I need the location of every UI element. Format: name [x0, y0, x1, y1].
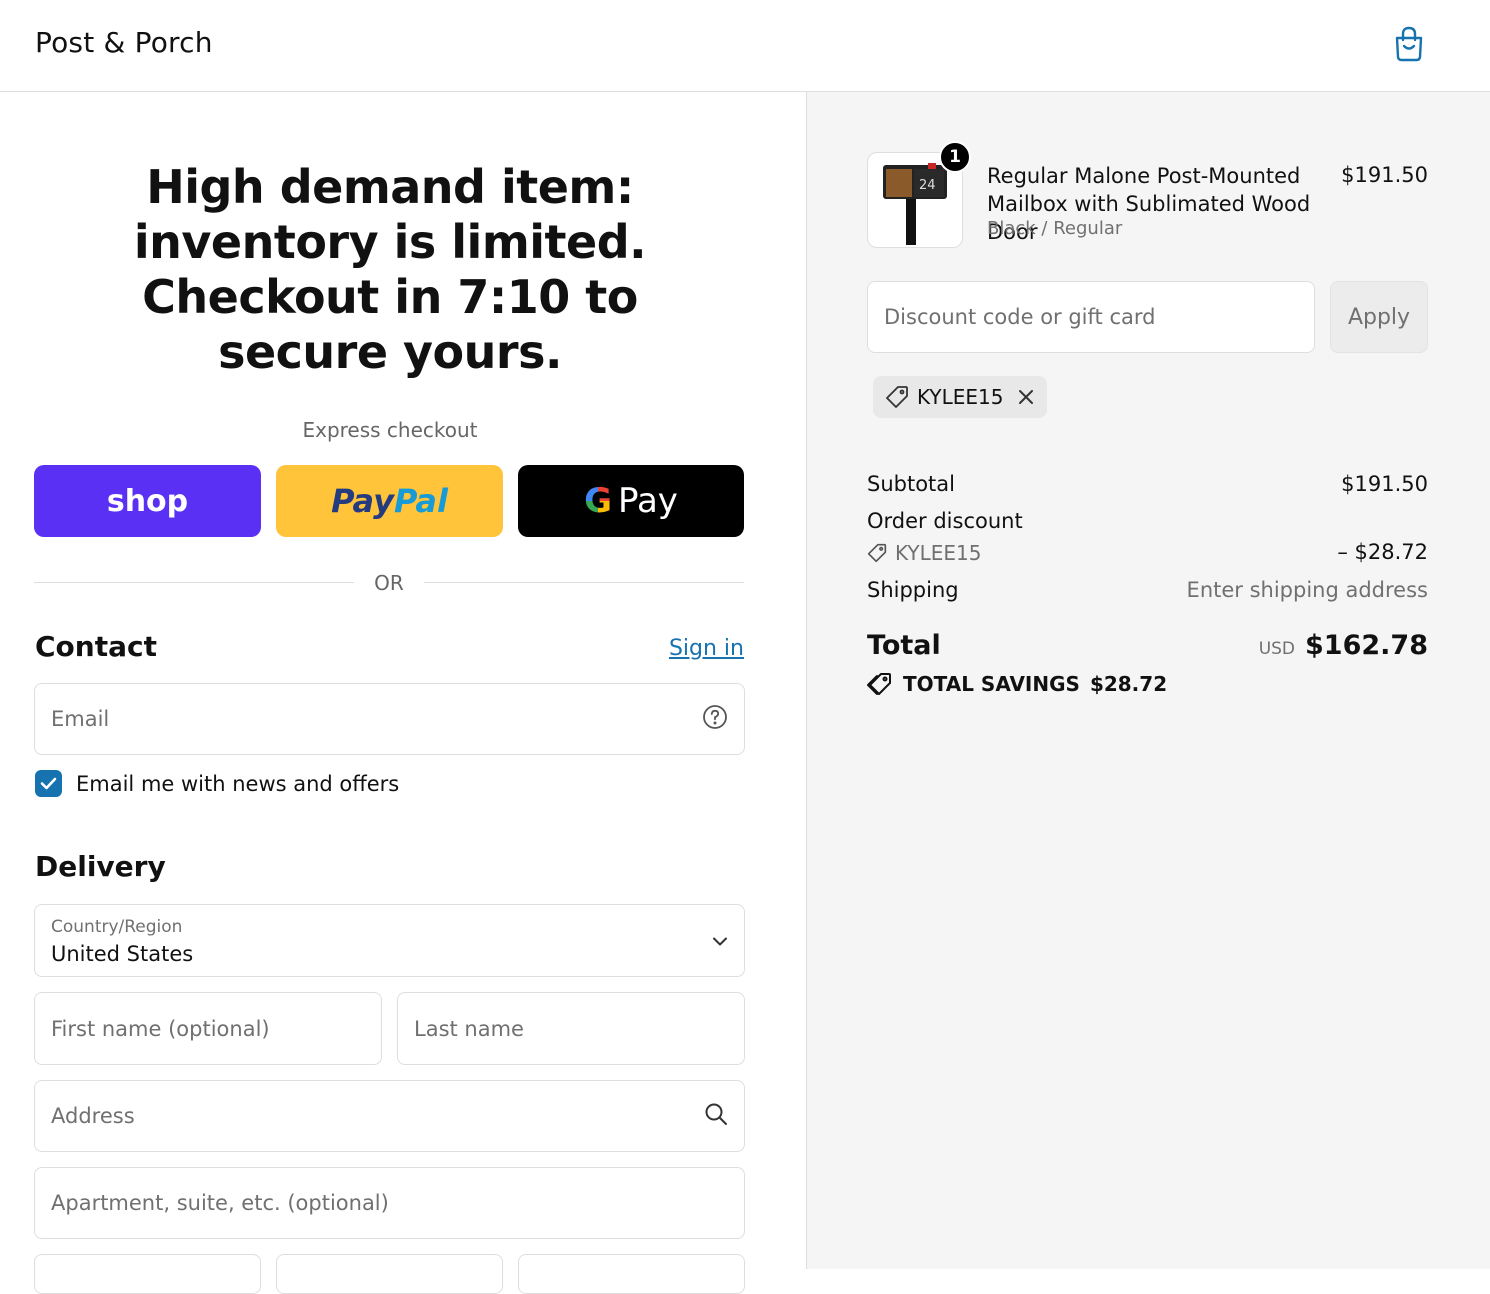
total-currency: USD: [1258, 639, 1296, 659]
google-pay-button[interactable]: G Pay: [518, 465, 744, 537]
header: Post & Porch: [0, 0, 1490, 92]
city-field[interactable]: [34, 1254, 261, 1294]
order-discount-value: – $28.72: [1337, 540, 1428, 564]
google-pay-label: Pay: [617, 481, 678, 521]
or-divider: OR: [34, 571, 744, 595]
shop-pay-button[interactable]: shop: [34, 465, 261, 537]
shipping-value: Enter shipping address: [1186, 578, 1428, 602]
express-checkout-label: Express checkout: [302, 418, 478, 442]
email-placeholder: Email: [51, 707, 110, 731]
sign-in-link[interactable]: Sign in: [669, 636, 744, 661]
savings-label: TOTAL SAVINGS: [903, 672, 1080, 696]
country-select[interactable]: Country/Region United States: [34, 904, 745, 977]
country-label: Country/Region: [51, 917, 183, 937]
order-discount-code: KYLEE15: [867, 541, 981, 565]
tag-icon: [885, 385, 909, 409]
quantity-badge: 1: [939, 141, 971, 173]
divider-line-right: [424, 582, 744, 583]
address-placeholder: Address: [51, 1104, 135, 1128]
apartment-field[interactable]: Apartment, suite, etc. (optional): [34, 1167, 745, 1239]
product-thumbnail: 24 1: [867, 141, 971, 248]
savings-tag-icon: [867, 672, 893, 696]
shop-pay-logo: shop: [106, 483, 189, 519]
delivery-heading: Delivery: [35, 850, 166, 883]
discount-placeholder: Discount code or gift card: [884, 305, 1156, 329]
svg-text:24: 24: [919, 178, 936, 193]
first-name-placeholder: First name (optional): [51, 1016, 270, 1041]
shipping-label: Shipping: [867, 578, 959, 602]
help-circle-icon[interactable]: [702, 704, 728, 734]
order-summary-panel: 24 1 Regular Malone Post-Mounted Mailbox…: [806, 92, 1490, 1269]
paypal-button[interactable]: Pay Pal: [276, 465, 503, 537]
discount-code-input[interactable]: Discount code or gift card: [867, 281, 1315, 353]
contact-heading: Contact: [35, 630, 157, 663]
savings-value: $28.72: [1089, 672, 1168, 696]
news-opt-in-row[interactable]: Email me with news and offers: [35, 770, 399, 797]
product-variant: Black / Regular: [987, 218, 1123, 239]
order-discount-label: Order discount: [867, 509, 1023, 533]
total-amount: $162.78: [1305, 630, 1428, 661]
news-opt-in-checkbox[interactable]: [35, 770, 62, 797]
order-discount-code-label: KYLEE15: [895, 541, 982, 565]
or-label: OR: [374, 571, 404, 595]
last-name-placeholder: Last name: [414, 1016, 524, 1041]
shopping-bag-icon[interactable]: [1392, 26, 1426, 62]
subtotal-label: Subtotal: [867, 472, 955, 496]
apply-discount-button[interactable]: Apply: [1330, 281, 1428, 353]
country-value: United States: [51, 942, 194, 966]
applied-code-label: KYLEE15: [917, 385, 1004, 409]
urgency-banner: High demand item: inventory is limited. …: [133, 160, 647, 379]
last-name-field[interactable]: Last name: [397, 992, 745, 1065]
checkout-form-panel: High demand item: inventory is limited. …: [0, 92, 806, 1294]
state-select[interactable]: [276, 1254, 503, 1294]
first-name-field[interactable]: First name (optional): [34, 992, 382, 1065]
check-icon: [40, 777, 57, 790]
brand-logo[interactable]: Post & Porch: [35, 26, 213, 59]
product-price: $191.50: [1341, 163, 1428, 187]
applied-discount-chip: KYLEE15: [873, 376, 1048, 418]
paypal-logo-part2: Pal: [393, 482, 448, 520]
total-value: USD $162.78: [1259, 630, 1428, 661]
total-label: Total: [867, 630, 941, 661]
tag-icon: [867, 543, 887, 563]
google-g-icon: G: [584, 481, 612, 521]
chevron-down-icon: [712, 931, 728, 950]
paypal-logo-part1: Pay: [331, 482, 394, 520]
close-icon[interactable]: [1017, 388, 1035, 406]
address-field[interactable]: Address: [34, 1080, 745, 1152]
search-icon: [704, 1102, 728, 1130]
zip-code-field[interactable]: [518, 1254, 745, 1294]
subtotal-value: $191.50: [1341, 472, 1428, 496]
email-field[interactable]: Email: [34, 683, 745, 755]
apartment-placeholder: Apartment, suite, etc. (optional): [51, 1191, 389, 1215]
news-opt-in-label: Email me with news and offers: [76, 771, 400, 796]
total-savings: TOTAL SAVINGS $28.72: [867, 672, 1167, 696]
